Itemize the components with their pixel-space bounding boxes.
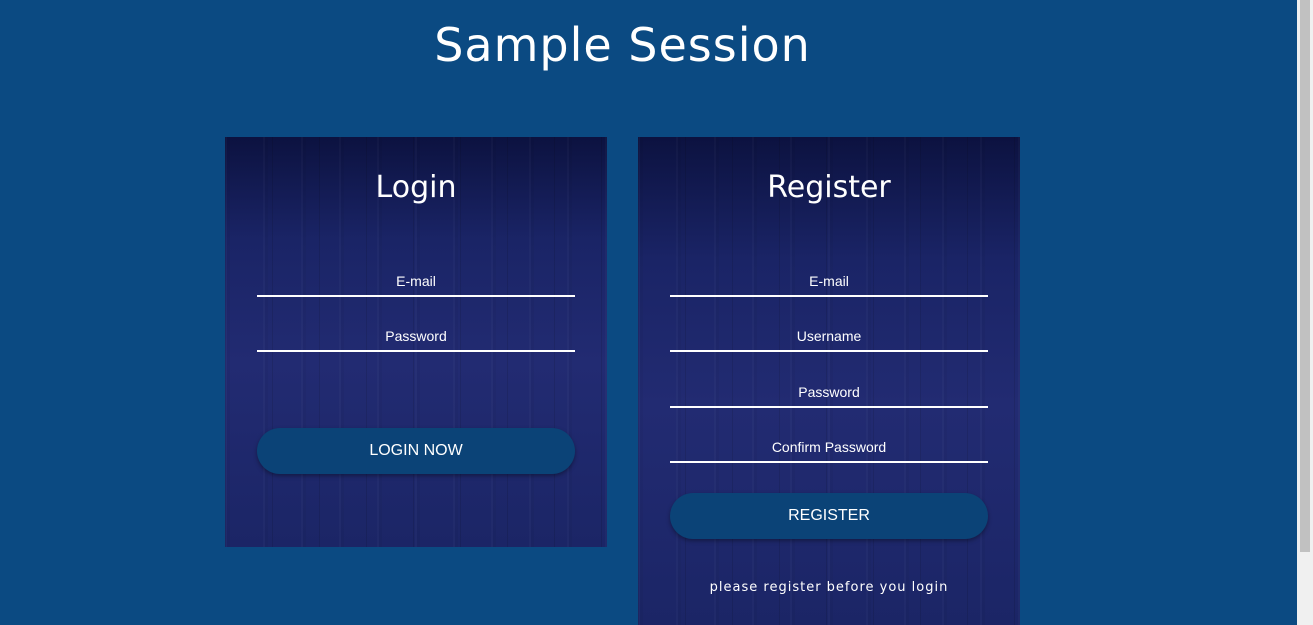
register-password-field-wrapper [670, 374, 988, 408]
register-password-input[interactable] [670, 374, 988, 406]
register-button[interactable]: REGISTER [670, 493, 988, 539]
register-confirm-password-field-wrapper [670, 429, 988, 463]
page: Sample Session Login LOGIN NOW Register … [0, 0, 1313, 625]
register-title: Register [767, 170, 891, 205]
register-note: please register before you login [709, 580, 949, 595]
page-title: Sample Session [434, 18, 811, 72]
login-title: Login [375, 170, 457, 205]
login-email-field-wrapper [257, 263, 575, 297]
register-email-input[interactable] [670, 263, 988, 295]
login-password-field-wrapper [257, 318, 575, 352]
register-card: Register REGISTER please register before… [638, 137, 1020, 625]
register-username-input[interactable] [670, 318, 988, 350]
login-email-input[interactable] [257, 263, 575, 295]
login-now-button[interactable]: LOGIN NOW [257, 428, 575, 474]
login-card: Login LOGIN NOW [225, 137, 607, 547]
register-email-field-wrapper [670, 263, 988, 297]
scrollbar-thumb[interactable] [1300, 0, 1310, 552]
vertical-scrollbar[interactable] [1297, 0, 1313, 625]
register-confirm-password-input[interactable] [670, 429, 988, 461]
register-username-field-wrapper [670, 318, 988, 352]
login-password-input[interactable] [257, 318, 575, 350]
